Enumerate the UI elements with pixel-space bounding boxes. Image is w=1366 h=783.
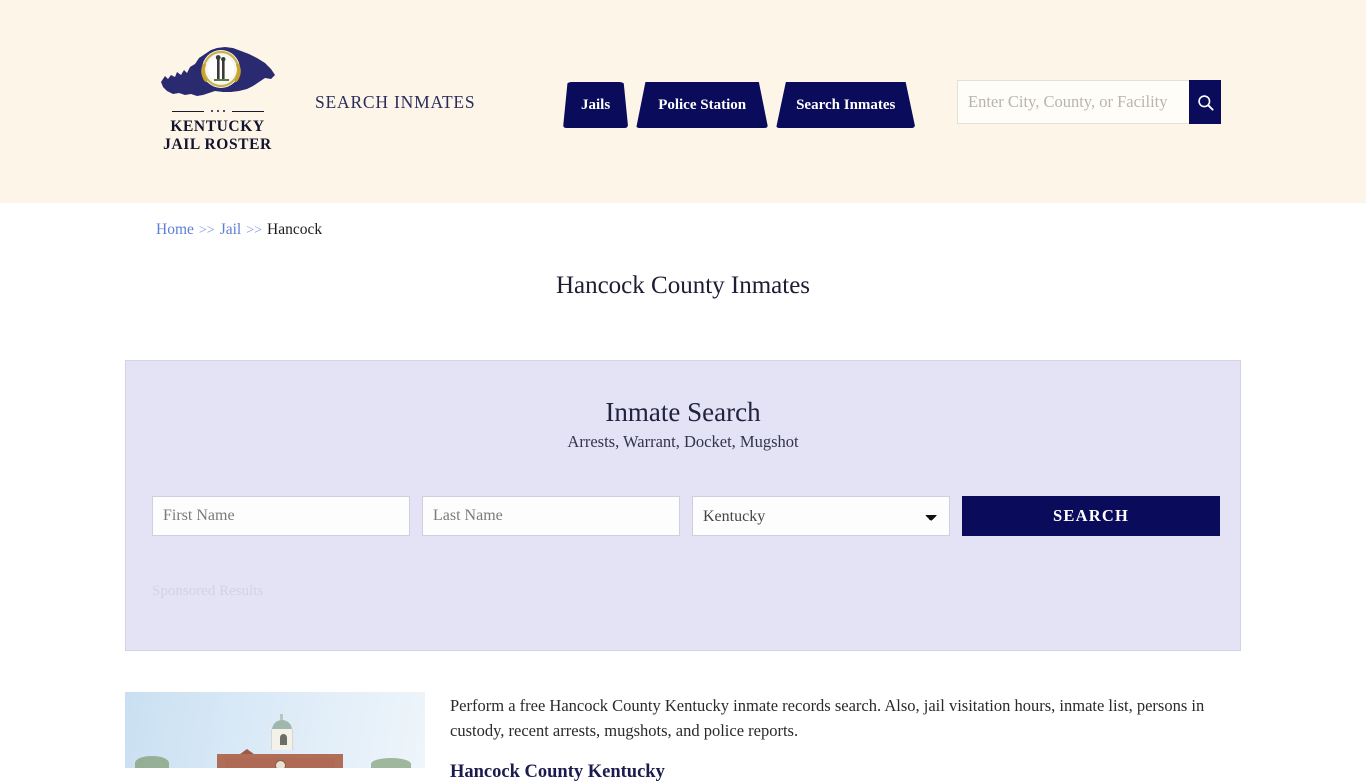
- page-title: Hancock County Inmates: [555, 272, 811, 299]
- courthouse-thumbnail-image: [125, 692, 425, 768]
- site-tagline: SEARCH INMATES: [315, 92, 476, 112]
- header-search-button[interactable]: [1189, 80, 1221, 124]
- content-paragraph: Perform a free Hancock County Kentucky i…: [450, 696, 1205, 740]
- search-submit-button[interactable]: SEARCH: [962, 496, 1220, 536]
- logo-divider: [171, 108, 264, 115]
- breadcrumb: Home >> Jail >> Hancock: [156, 221, 322, 239]
- site-header: KENTUCKY JAIL ROSTER SEARCH INMATES Jail…: [0, 0, 1366, 203]
- kentucky-state-map-icon: [160, 47, 275, 96]
- inmate-search-form: Kentucky SEARCH: [152, 496, 1220, 536]
- nav-item-police-station[interactable]: Police Station: [636, 82, 769, 128]
- logo-text-line1: KENTUCKY: [170, 118, 265, 135]
- first-name-input[interactable]: [152, 496, 410, 536]
- header-search: [957, 80, 1221, 124]
- breadcrumb-separator: >>: [246, 223, 263, 238]
- state-select[interactable]: Kentucky: [692, 496, 950, 536]
- inmate-search-panel: Inmate Search Arrests, Warrant, Docket, …: [125, 360, 1241, 651]
- content-sub-heading: Hancock County Kentucky: [450, 761, 665, 782]
- breadcrumb-item-current: Hancock: [267, 221, 323, 238]
- search-icon: [1197, 94, 1214, 111]
- main-navigation: Jails Police Station Search Inmates: [563, 72, 916, 128]
- breadcrumb-item-jail[interactable]: Jail: [220, 221, 242, 238]
- site-logo[interactable]: KENTUCKY JAIL ROSTER: [155, 42, 280, 154]
- sponsored-results-label: Sponsored Results: [152, 583, 264, 599]
- logo-text-line2: JAIL ROSTER: [163, 135, 272, 153]
- last-name-input[interactable]: [422, 496, 680, 536]
- nav-item-jails[interactable]: Jails: [563, 82, 629, 128]
- nav-item-search-inmates[interactable]: Search Inmates: [776, 82, 916, 128]
- breadcrumb-separator: >>: [198, 223, 215, 238]
- header-search-input[interactable]: [957, 80, 1189, 124]
- breadcrumb-item-home[interactable]: Home: [156, 221, 194, 238]
- search-panel-subtitle: Arrests, Warrant, Docket, Mugshot: [567, 432, 799, 451]
- content-area: Perform a free Hancock County Kentucky i…: [125, 692, 1241, 783]
- search-panel-title: Inmate Search: [605, 397, 761, 427]
